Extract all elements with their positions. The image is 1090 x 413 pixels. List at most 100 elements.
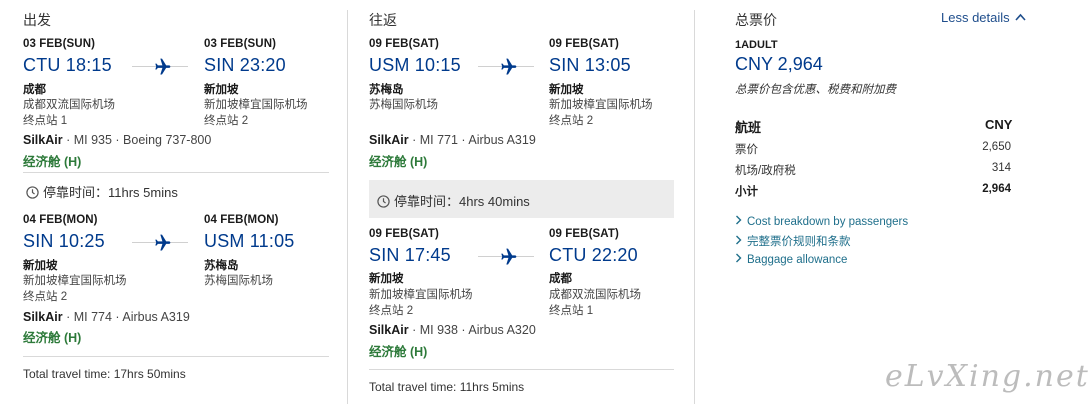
dep-date: 09 FEB(SAT) bbox=[369, 38, 439, 50]
cost-breakdown-label: Cost breakdown by passengers bbox=[747, 216, 909, 228]
arr-terminal: 终点站 2 bbox=[549, 115, 594, 127]
return-column: 往返 09 FEB(SAT) USM 10:15 苏梅岛 苏梅国际机场 09 F… bbox=[348, 0, 693, 413]
dep-time: CTU 18:15 bbox=[23, 55, 112, 75]
cost-breakdown-link[interactable]: Cost breakdown by passengers bbox=[735, 215, 908, 228]
layover-text: 停靠时间：11hrs 5mins bbox=[43, 185, 178, 200]
dep-city: 新加坡 bbox=[23, 260, 58, 272]
total-travel-time: Total travel time: 17hrs 50mins bbox=[23, 367, 186, 381]
passenger-count: 1ADULT bbox=[735, 39, 778, 51]
arr-terminal: 终点站 2 bbox=[204, 115, 249, 127]
flight-direction bbox=[132, 57, 188, 77]
fare-column: 总票价 Less details 1ADULT CNY 2,964 总票价包含优… bbox=[695, 0, 1090, 413]
flight-info: SilkAir · MI 771 · Airbus A319 bbox=[369, 133, 536, 147]
flight-info: SilkAir · MI 938 · Airbus A320 bbox=[369, 323, 536, 337]
table-header-flight: 航班 bbox=[735, 120, 762, 135]
flight-number: · MI 771 · Airbus A319 bbox=[412, 133, 536, 147]
arr-airport: 苏梅国际机场 bbox=[204, 275, 273, 287]
less-details-label: Less details bbox=[941, 10, 1010, 25]
total-travel-time: Total travel time: 11hrs 5mins bbox=[369, 380, 525, 394]
airline-name: SilkAir bbox=[369, 133, 409, 147]
arr-time: CTU 22:20 bbox=[549, 245, 638, 265]
cabin-class: 经济舱 (H) bbox=[369, 345, 428, 359]
fare-total: CNY 2,964 bbox=[735, 54, 823, 74]
outbound-column: 出发 03 FEB(SUN) CTU 18:15 成都 成都双流国际机场 终点站… bbox=[0, 0, 345, 413]
fare-row-label: 票价 bbox=[735, 144, 758, 156]
flight-number: · MI 935 · Boeing 737-800 bbox=[66, 133, 212, 147]
subtotal-label: 小计 bbox=[735, 186, 758, 198]
outbound-title: 出发 bbox=[23, 12, 51, 28]
fare-rules-label: 完整票价规则和条款 bbox=[747, 236, 851, 248]
arr-time: SIN 13:05 bbox=[549, 55, 631, 75]
subtotal-value: 2,964 bbox=[982, 183, 1011, 195]
cabin-class: 经济舱 (H) bbox=[23, 155, 82, 169]
airline-name: SilkAir bbox=[23, 310, 63, 324]
dep-city: 成都 bbox=[23, 84, 46, 96]
fare-title: 总票价 bbox=[735, 12, 777, 28]
flight-number: · MI 774 · Airbus A319 bbox=[66, 310, 190, 324]
flight-info: SilkAir · MI 774 · Airbus A319 bbox=[23, 310, 190, 324]
chevron-right-icon bbox=[736, 215, 742, 225]
airline-name: SilkAir bbox=[23, 133, 63, 147]
fare-rules-link[interactable]: 完整票价规则和条款 bbox=[735, 233, 851, 249]
arr-city: 新加坡 bbox=[204, 84, 239, 96]
flight-direction bbox=[478, 57, 534, 77]
flight-direction bbox=[132, 233, 188, 253]
layover-text: 停靠时间：4hrs 40mins bbox=[394, 194, 530, 209]
dep-time: SIN 17:45 bbox=[369, 245, 451, 265]
baggage-allowance-link[interactable]: Baggage allowance bbox=[735, 253, 847, 266]
arr-time: USM 11:05 bbox=[204, 231, 295, 251]
arr-date: 09 FEB(SAT) bbox=[549, 228, 619, 240]
fare-row-label: 机场/政府税 bbox=[735, 165, 796, 177]
dep-terminal: 终点站 2 bbox=[23, 291, 68, 303]
dep-date: 03 FEB(SUN) bbox=[23, 38, 96, 50]
fare-row-value: 2,650 bbox=[982, 141, 1011, 153]
arr-terminal: 终点站 1 bbox=[549, 305, 594, 317]
dep-terminal: 终点站 2 bbox=[369, 305, 414, 317]
arr-city: 成都 bbox=[549, 273, 572, 285]
dep-airport: 苏梅国际机场 bbox=[369, 99, 438, 111]
layover: 停靠时间：4hrs 40mins bbox=[369, 180, 674, 218]
dep-city: 苏梅岛 bbox=[369, 84, 404, 96]
watermark: eLvXing.net bbox=[885, 359, 1090, 394]
dep-airport: 新加坡樟宜国际机场 bbox=[23, 275, 127, 287]
dep-airport: 成都双流国际机场 bbox=[23, 99, 115, 111]
airplane-icon bbox=[501, 248, 517, 265]
divider bbox=[23, 172, 329, 173]
dep-time: USM 10:15 bbox=[369, 55, 461, 75]
divider bbox=[369, 369, 674, 370]
arr-airport: 新加坡樟宜国际机场 bbox=[204, 99, 308, 111]
arr-city: 新加坡 bbox=[549, 84, 584, 96]
fare-note: 总票价包含优惠、税费和附加费 bbox=[735, 84, 896, 96]
layover: 停靠时间：11hrs 5mins bbox=[26, 182, 178, 201]
airplane-icon bbox=[501, 58, 517, 75]
flight-info: SilkAir · MI 935 · Boeing 737-800 bbox=[23, 133, 211, 147]
clock-icon bbox=[26, 186, 39, 199]
arr-city: 苏梅岛 bbox=[204, 260, 239, 272]
dep-terminal: 终点站 1 bbox=[23, 115, 68, 127]
dep-airport: 新加坡樟宜国际机场 bbox=[369, 289, 473, 301]
divider bbox=[23, 356, 329, 357]
dep-time: SIN 10:25 bbox=[23, 231, 105, 251]
dep-date: 09 FEB(SAT) bbox=[369, 228, 439, 240]
arr-airport: 成都双流国际机场 bbox=[549, 289, 641, 301]
cabin-class: 经济舱 (H) bbox=[23, 331, 82, 345]
arr-date: 09 FEB(SAT) bbox=[549, 38, 619, 50]
airplane-icon bbox=[155, 234, 171, 251]
chevron-right-icon bbox=[736, 253, 742, 263]
arr-date: 03 FEB(SUN) bbox=[204, 38, 277, 50]
less-details-link[interactable]: Less details bbox=[941, 10, 1026, 25]
return-title: 往返 bbox=[369, 12, 397, 28]
arr-airport: 新加坡樟宜国际机场 bbox=[549, 99, 653, 111]
baggage-allowance-label: Baggage allowance bbox=[747, 254, 848, 266]
airplane-icon bbox=[155, 58, 171, 75]
table-header-currency: CNY bbox=[985, 117, 1013, 132]
dep-city: 新加坡 bbox=[369, 273, 404, 285]
chevron-right-icon bbox=[736, 235, 742, 245]
fare-row-value: 314 bbox=[991, 162, 1011, 174]
flight-number: · MI 938 · Airbus A320 bbox=[412, 323, 536, 337]
arr-time: SIN 23:20 bbox=[204, 55, 286, 75]
cabin-class: 经济舱 (H) bbox=[369, 155, 428, 169]
dep-date: 04 FEB(MON) bbox=[23, 214, 98, 226]
airline-name: SilkAir bbox=[369, 323, 409, 337]
clock-icon bbox=[377, 195, 390, 208]
